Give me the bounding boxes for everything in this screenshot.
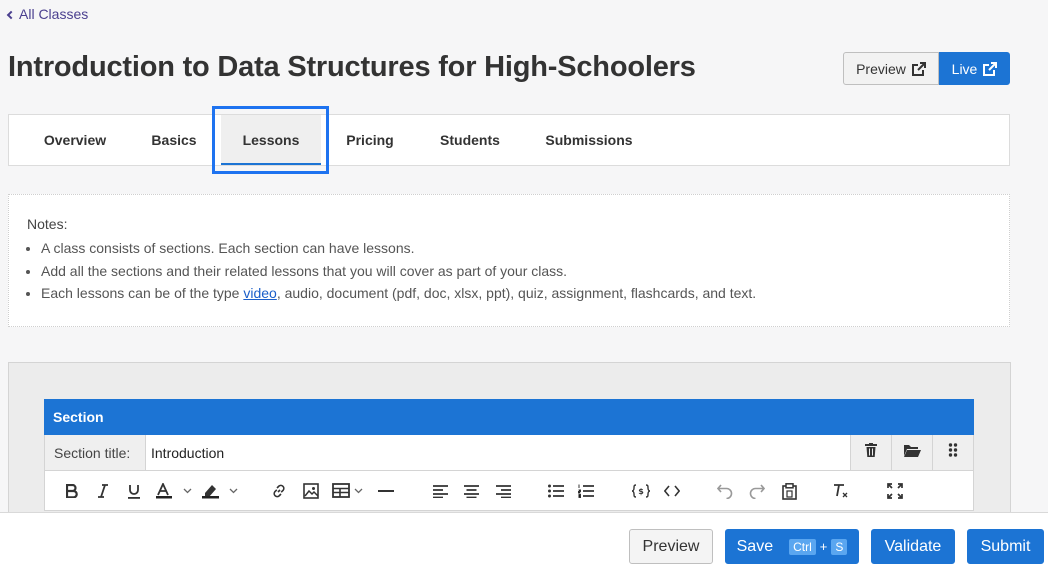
code-icon[interactable] — [662, 479, 682, 503]
tab-overview[interactable]: Overview — [23, 115, 127, 165]
collapse-section-button[interactable] — [891, 435, 932, 470]
fullscreen-icon[interactable] — [883, 479, 907, 503]
tab-students[interactable]: Students — [419, 115, 521, 165]
submit-button[interactable]: Submit — [967, 529, 1044, 564]
save-button-content: Save Ctrl + S — [737, 538, 848, 556]
validate-button[interactable]: Validate — [871, 529, 955, 564]
section-header: Section — [44, 399, 974, 435]
save-button[interactable]: Save Ctrl + S — [725, 529, 859, 564]
image-icon[interactable] — [301, 479, 321, 503]
preview-class-button[interactable]: Preview — [843, 52, 939, 85]
bullet-list-icon[interactable] — [547, 479, 565, 503]
external-link-icon — [911, 61, 926, 76]
trash-icon — [865, 443, 877, 462]
align-right-icon[interactable] — [494, 479, 512, 503]
video-link[interactable]: video — [243, 285, 276, 301]
section-title-label: Section title: — [45, 435, 146, 470]
align-left-icon[interactable] — [431, 479, 449, 503]
shortcut-plus: + — [819, 539, 828, 554]
bold-icon[interactable] — [63, 479, 81, 503]
notes-list: A class consists of sections. Each secti… — [27, 237, 991, 305]
clear-format-icon[interactable] — [831, 479, 851, 503]
shortcut-s-badge: S — [831, 538, 848, 555]
preview-label: Preview — [856, 60, 906, 77]
preview-button[interactable]: Preview — [629, 529, 713, 564]
tab-pricing[interactable]: Pricing — [327, 115, 413, 165]
shortcut-ctrl-badge: Ctrl — [789, 538, 816, 555]
notes-item-text: , audio, document (pdf, doc, xlsx, ppt),… — [276, 285, 757, 301]
external-link-icon — [983, 61, 998, 76]
underline-icon[interactable] — [125, 479, 143, 503]
font-color-icon[interactable] — [155, 479, 197, 503]
notes-heading: Notes: — [27, 216, 68, 232]
tab-lessons[interactable]: Lessons — [221, 115, 321, 165]
svg-text:$: $ — [638, 487, 644, 496]
rich-text-toolbar: $ — [44, 471, 974, 511]
section-title-row: Section title: — [44, 435, 974, 471]
table-icon[interactable] — [331, 479, 367, 503]
notes-item-text: Each lessons can be of the type — [41, 285, 244, 301]
chevron-left-icon — [6, 10, 16, 19]
paste-icon[interactable] — [779, 479, 799, 503]
delete-section-button[interactable] — [850, 435, 891, 470]
drag-handle-icon — [948, 443, 958, 462]
footer-bar: Preview Save Ctrl + S Validate Submit — [0, 512, 1048, 568]
folder-open-icon — [903, 444, 921, 462]
save-label: Save — [736, 537, 774, 555]
live-label: Live — [951, 60, 978, 77]
notes-panel: Notes: A class consists of sections. Eac… — [8, 194, 1010, 327]
align-center-icon[interactable] — [462, 479, 480, 503]
tab-basics[interactable]: Basics — [133, 115, 215, 165]
header-actions: Preview Live — [843, 52, 1010, 85]
tab-submissions[interactable]: Submissions — [527, 115, 651, 165]
section-title-input[interactable] — [146, 435, 850, 470]
back-to-all-classes-link[interactable]: All Classes — [6, 6, 89, 22]
live-class-button[interactable]: Live — [939, 52, 1010, 85]
redo-icon[interactable] — [747, 479, 767, 503]
highlight-icon[interactable] — [201, 479, 243, 503]
italic-icon[interactable] — [95, 479, 111, 503]
back-link-label: All Classes — [19, 6, 89, 22]
notes-item: Each lessons can be of the type video, a… — [41, 282, 991, 305]
variable-icon[interactable]: $ — [631, 479, 651, 503]
link-icon[interactable] — [269, 479, 289, 503]
section-card: Section Section title: Introduction $ — [44, 399, 974, 519]
horizontal-rule-icon[interactable] — [377, 479, 395, 503]
notes-item: A class consists of sections. Each secti… — [41, 237, 991, 260]
page-title: Introduction to Data Structures for High… — [8, 51, 696, 83]
class-tabs: Overview Basics Lessons Pricing Students… — [8, 114, 1010, 166]
notes-item: Add all the sections and their related l… — [41, 260, 991, 283]
numbered-list-icon[interactable] — [577, 479, 595, 503]
undo-icon[interactable] — [715, 479, 735, 503]
drag-section-handle[interactable] — [932, 435, 973, 470]
